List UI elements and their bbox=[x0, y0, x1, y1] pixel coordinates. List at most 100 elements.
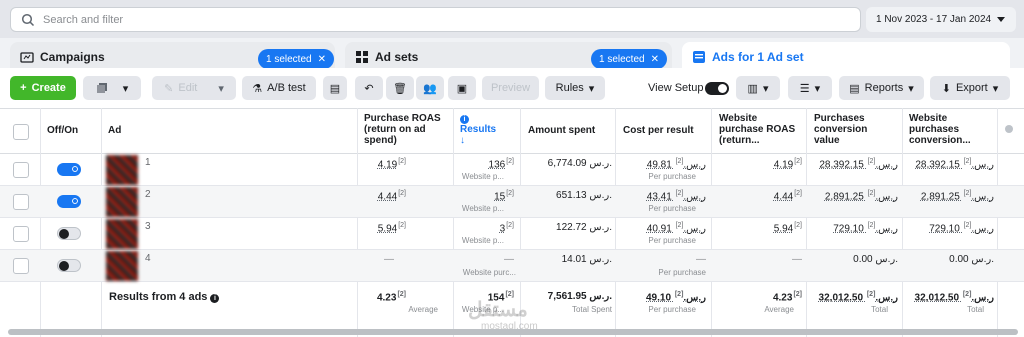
breakdown-button[interactable]: ☰ ▾ bbox=[788, 76, 832, 100]
col-website-conversion[interactable]: Website purchases conversion... bbox=[909, 113, 989, 146]
col-amount-spent[interactable]: Amount spent bbox=[528, 125, 595, 136]
top-bar: Search and filter 1 Nov 2023 - 17 Jan 20… bbox=[0, 0, 1024, 38]
ad-toggle[interactable] bbox=[57, 259, 81, 272]
watermark-logo: مستقل bbox=[468, 299, 528, 321]
people-icon: 👥 bbox=[423, 82, 437, 95]
col-conversion-value[interactable]: Purchases conversion value bbox=[814, 113, 894, 146]
purchase-roas-value: 4.44[2] bbox=[378, 190, 406, 202]
col-off-on[interactable]: Off/On bbox=[47, 125, 78, 136]
export-label: Export bbox=[955, 82, 988, 94]
grid-icon bbox=[356, 51, 368, 63]
flask-icon: ⚗ bbox=[252, 82, 263, 95]
footnote: [2] bbox=[398, 158, 406, 165]
ad-toggle[interactable] bbox=[57, 195, 81, 208]
edit-button[interactable]: ✎ Edit ▾ bbox=[152, 76, 236, 100]
create-button[interactable]: + Create bbox=[10, 76, 76, 100]
ad-icon bbox=[693, 51, 705, 63]
ad-toggle[interactable] bbox=[57, 163, 81, 176]
col-purchase-roas[interactable]: Purchase ROAS (return on ad spend) bbox=[364, 113, 444, 146]
results-summary: Results from 4 ads i bbox=[109, 291, 220, 303]
table-row[interactable]: 2 4.44[2] 15[2] Website p... 651.13 ر.س.… bbox=[0, 186, 1024, 218]
trash-icon: 🗑 bbox=[393, 82, 407, 95]
results-value: 136[2] bbox=[489, 158, 514, 170]
ad-thumbnail[interactable] bbox=[106, 251, 138, 281]
ad-name[interactable]: 3 bbox=[145, 221, 151, 232]
table-row[interactable]: 3 5.94[2] 3[2] Website p... 122.72 ر.س. … bbox=[0, 218, 1024, 250]
col-cost-per-result[interactable]: Cost per result bbox=[623, 125, 694, 136]
ad-name[interactable]: 2 bbox=[145, 189, 151, 200]
duplicate-button[interactable]: ▾ bbox=[83, 76, 141, 100]
ad-thumbnail[interactable] bbox=[106, 155, 138, 185]
value-text: 5.94 bbox=[377, 223, 398, 235]
footnote: [2] bbox=[793, 291, 802, 298]
ad-thumbnail[interactable] bbox=[106, 187, 138, 217]
undo-button[interactable]: ↶ bbox=[355, 76, 383, 100]
row-checkbox[interactable] bbox=[13, 258, 29, 274]
toolbar: + Create ▾ ✎ Edit ▾ ⚗ A/B test ▤ ↶ 🗑 👥 ▣… bbox=[0, 68, 1024, 108]
col-ad[interactable]: Ad bbox=[108, 125, 121, 136]
cost-per-result-value: 43.41 ر.س.[2] bbox=[647, 190, 706, 202]
info-icon[interactable]: i bbox=[210, 294, 220, 303]
horizontal-scrollbar[interactable] bbox=[8, 329, 1018, 335]
value-text: 3 bbox=[499, 223, 506, 235]
campaigns-selected-pill[interactable]: 1 selected ✕ bbox=[258, 49, 334, 69]
ad-sets-selected-pill[interactable]: 1 selected ✕ bbox=[591, 49, 667, 69]
close-icon[interactable]: ✕ bbox=[318, 54, 326, 65]
value-text: 2,891.25 ر.س. bbox=[920, 191, 994, 203]
date-range-picker[interactable]: 1 Nov 2023 - 17 Jan 2024 bbox=[866, 7, 1016, 32]
footnote: [2] bbox=[506, 190, 514, 197]
export-button[interactable]: ⬇ Export ▾ bbox=[930, 76, 1010, 100]
more-button[interactable]: ▣ bbox=[448, 76, 476, 100]
close-icon[interactable]: ✕ bbox=[651, 54, 659, 65]
ab-test-button[interactable]: ⚗ A/B test bbox=[242, 76, 316, 100]
conversion-value: 729.10 ر.س.[2] bbox=[833, 222, 898, 234]
website-roas-value: 5.94[2] bbox=[774, 222, 802, 234]
total-roas-subtext: Average bbox=[408, 305, 438, 314]
value-text: 28,392.15 ر.س. bbox=[819, 159, 898, 171]
value-text: 28,392.15 ر.س. bbox=[915, 159, 994, 171]
value-text: 4.44 bbox=[773, 191, 794, 203]
row-checkbox[interactable] bbox=[13, 194, 29, 210]
undo-icon: ↶ bbox=[364, 82, 374, 95]
row-checkbox[interactable] bbox=[13, 226, 29, 242]
chevron-down-icon: ▾ bbox=[122, 82, 129, 95]
total-roas: 4.23[2] bbox=[377, 291, 406, 303]
select-all-checkbox[interactable] bbox=[13, 124, 29, 140]
reports-label: Reports bbox=[864, 82, 904, 94]
ad-thumbnail[interactable] bbox=[106, 219, 138, 249]
tab-ads-label: Ads for 1 Ad set bbox=[712, 50, 804, 64]
add-column-icon[interactable] bbox=[1005, 125, 1013, 133]
total-web-roas-subtext: Average bbox=[764, 305, 794, 314]
results-subtext: Website purc... bbox=[462, 268, 516, 277]
row-checkbox[interactable] bbox=[13, 162, 29, 178]
edit-label: Edit bbox=[178, 82, 198, 94]
results-value: — bbox=[504, 254, 514, 265]
search-input[interactable]: Search and filter bbox=[10, 7, 861, 32]
ad-name[interactable]: 1 bbox=[145, 157, 151, 168]
footnote: [2] bbox=[794, 158, 802, 165]
reports-button[interactable]: ▤ Reports ▾ bbox=[839, 76, 924, 100]
clipboard-button[interactable]: ▤ bbox=[323, 76, 347, 100]
delete-button[interactable]: 🗑 bbox=[386, 76, 414, 100]
view-setup-toggle[interactable] bbox=[705, 82, 729, 95]
total-web-conversion-subtext: Total bbox=[967, 305, 984, 314]
pencil-icon: ✎ bbox=[164, 82, 174, 95]
cost-per-result-subtext: Per purchase bbox=[658, 268, 706, 277]
col-website-roas[interactable]: Website purchase ROAS (return... bbox=[719, 113, 799, 146]
results-summary-label: Results from 4 ads bbox=[109, 291, 208, 303]
tab-ad-sets-label: Ad sets bbox=[375, 50, 419, 64]
conversion-value: 28,392.15 ر.س.[2] bbox=[819, 158, 898, 170]
ad-toggle[interactable] bbox=[57, 227, 81, 240]
duplicate-icon bbox=[96, 83, 107, 93]
ad-name[interactable]: 4 bbox=[145, 253, 151, 264]
col-results-label: Results bbox=[460, 124, 497, 135]
purchase-roas-value: 4.19[2] bbox=[378, 158, 406, 170]
col-results[interactable]: i Results ↓ bbox=[460, 113, 496, 146]
table-row[interactable]: 4 — — Website purc... 14.01 ر.س. — Per p… bbox=[0, 250, 1024, 282]
rules-button[interactable]: Rules ▾ bbox=[545, 76, 605, 100]
preview-button[interactable]: Preview bbox=[482, 76, 539, 100]
columns-button[interactable]: ▥ ▾ bbox=[736, 76, 780, 100]
tag-button[interactable]: 👥 bbox=[416, 76, 444, 100]
table-row[interactable]: 1 4.19[2] 136[2] Website p... 6,774.09 ر… bbox=[0, 154, 1024, 186]
chevron-down-icon: ▾ bbox=[814, 82, 821, 95]
